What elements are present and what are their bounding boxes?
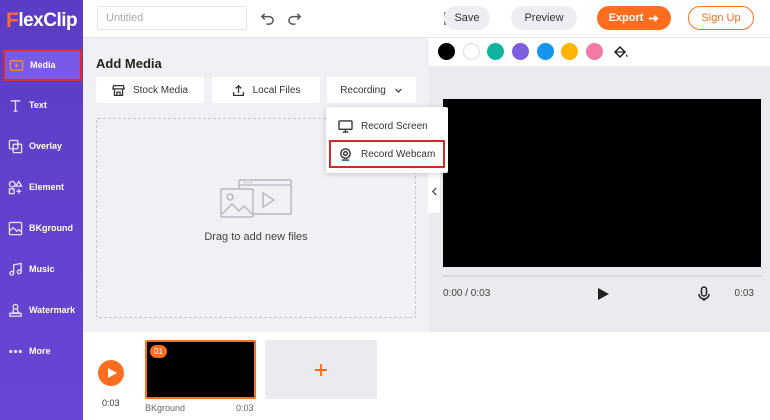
play-icon[interactable] — [596, 287, 610, 301]
sidebar-item-bkground[interactable]: BKground — [0, 212, 83, 244]
swatch-teal[interactable] — [487, 43, 504, 60]
clip-label: BKground — [145, 403, 186, 413]
sidebar-item-media[interactable]: Media — [3, 49, 82, 81]
sidebar: FlexClip Media Text Overlay Element BKgr… — [0, 0, 83, 420]
sidebar-item-label: Text — [29, 100, 47, 110]
swatch-yellow[interactable] — [561, 43, 578, 60]
timeline-clip[interactable]: 01 — [145, 340, 256, 399]
preview-button[interactable]: Preview — [511, 6, 577, 30]
clip-number-badge: 01 — [150, 345, 167, 358]
recording-dropdown[interactable]: Recording — [327, 77, 416, 103]
logo-mark: F — [6, 9, 19, 32]
local-files-label: Local Files — [252, 84, 301, 96]
watermark-icon — [9, 303, 22, 317]
menu-item-label: Record Webcam — [361, 148, 436, 160]
overlay-icon — [8, 139, 23, 153]
chevron-left-icon — [431, 187, 437, 195]
sidebar-item-label: Overlay — [29, 141, 63, 151]
sidebar-item-label: Music — [29, 264, 55, 274]
recording-label: Recording — [340, 84, 386, 96]
webcam-icon — [340, 147, 351, 161]
collapse-panel-button[interactable] — [428, 169, 440, 213]
sidebar-item-overlay[interactable]: Overlay — [0, 130, 83, 162]
redo-button[interactable] — [285, 9, 303, 27]
drop-zone-text: Drag to add new files — [204, 231, 308, 243]
stock-media-button[interactable]: Stock Media — [96, 77, 204, 103]
undo-icon — [260, 12, 274, 25]
paint-bucket-icon[interactable] — [612, 44, 628, 60]
current-time: 0:00 / 0:03 — [443, 288, 491, 299]
add-clip-button[interactable] — [265, 340, 377, 399]
monitor-icon — [338, 119, 353, 133]
chevron-down-icon — [394, 88, 402, 93]
microphone-icon[interactable] — [697, 286, 711, 302]
media-icon — [9, 59, 24, 71]
sidebar-item-element[interactable]: Element — [0, 171, 83, 203]
sidebar-item-watermark[interactable]: Watermark — [0, 294, 83, 326]
redo-icon — [287, 12, 301, 25]
logo-text: lexClip — [18, 10, 78, 31]
save-button[interactable]: Save — [444, 6, 490, 30]
sidebar-item-label: BKground — [29, 223, 73, 233]
arrow-right-icon — [649, 14, 659, 22]
swatch-pink[interactable] — [586, 43, 603, 60]
stock-media-label: Stock Media — [132, 84, 189, 96]
sidebar-item-label: Media — [30, 60, 56, 70]
sidebar-item-label: Watermark — [29, 305, 76, 315]
seek-bar[interactable] — [443, 275, 761, 277]
play-icon — [108, 368, 117, 378]
music-icon — [9, 262, 22, 276]
more-icon — [9, 349, 22, 353]
preview-area: 0:00 / 0:03 0:03 — [429, 38, 770, 332]
sign-up-button[interactable]: Sign Up — [688, 6, 754, 30]
top-toolbar: Save Preview Export Sign Up — [83, 0, 770, 38]
undo-button[interactable] — [258, 9, 276, 27]
total-duration: 0:03 — [734, 288, 754, 299]
media-placeholder-icon — [220, 179, 292, 218]
timeline: 0:03 01 BKground 0:03 — [83, 332, 770, 420]
sidebar-item-label: Element — [29, 182, 65, 192]
flexclip-logo[interactable]: FlexClip — [6, 9, 78, 32]
text-icon — [10, 99, 21, 112]
swatch-purple[interactable] — [512, 43, 529, 60]
sidebar-item-label: More — [29, 346, 51, 356]
sidebar-item-music[interactable]: Music — [0, 253, 83, 285]
recording-menu: Record Screen Record Webcam — [326, 107, 448, 173]
add-media-panel: Add Media Stock Media Local Files Record… — [83, 38, 429, 332]
element-icon — [8, 179, 23, 194]
sidebar-item-more[interactable]: More — [0, 335, 83, 367]
record-screen-item[interactable]: Record Screen — [329, 112, 445, 140]
timeline-play-button[interactable] — [98, 360, 124, 386]
panel-title: Add Media — [96, 56, 162, 71]
background-icon — [8, 221, 23, 235]
swatch-white[interactable] — [463, 43, 480, 60]
record-webcam-item[interactable]: Record Webcam — [329, 140, 445, 168]
swatch-blue[interactable] — [537, 43, 554, 60]
sidebar-item-text[interactable]: Text — [0, 89, 83, 121]
export-label: Export — [608, 12, 644, 24]
swatch-black[interactable] — [438, 43, 455, 60]
upload-icon — [232, 84, 244, 96]
plus-icon — [315, 363, 327, 376]
export-button[interactable]: Export — [597, 6, 671, 30]
clip-duration: 0:03 — [236, 403, 254, 413]
color-swatch-bar — [429, 38, 770, 66]
timeline-total-time: 0:03 — [102, 398, 120, 408]
menu-item-label: Record Screen — [361, 120, 428, 132]
video-canvas[interactable] — [443, 99, 761, 267]
local-files-button[interactable]: Local Files — [212, 77, 320, 103]
store-icon — [111, 84, 125, 96]
project-title-input[interactable] — [97, 6, 247, 30]
